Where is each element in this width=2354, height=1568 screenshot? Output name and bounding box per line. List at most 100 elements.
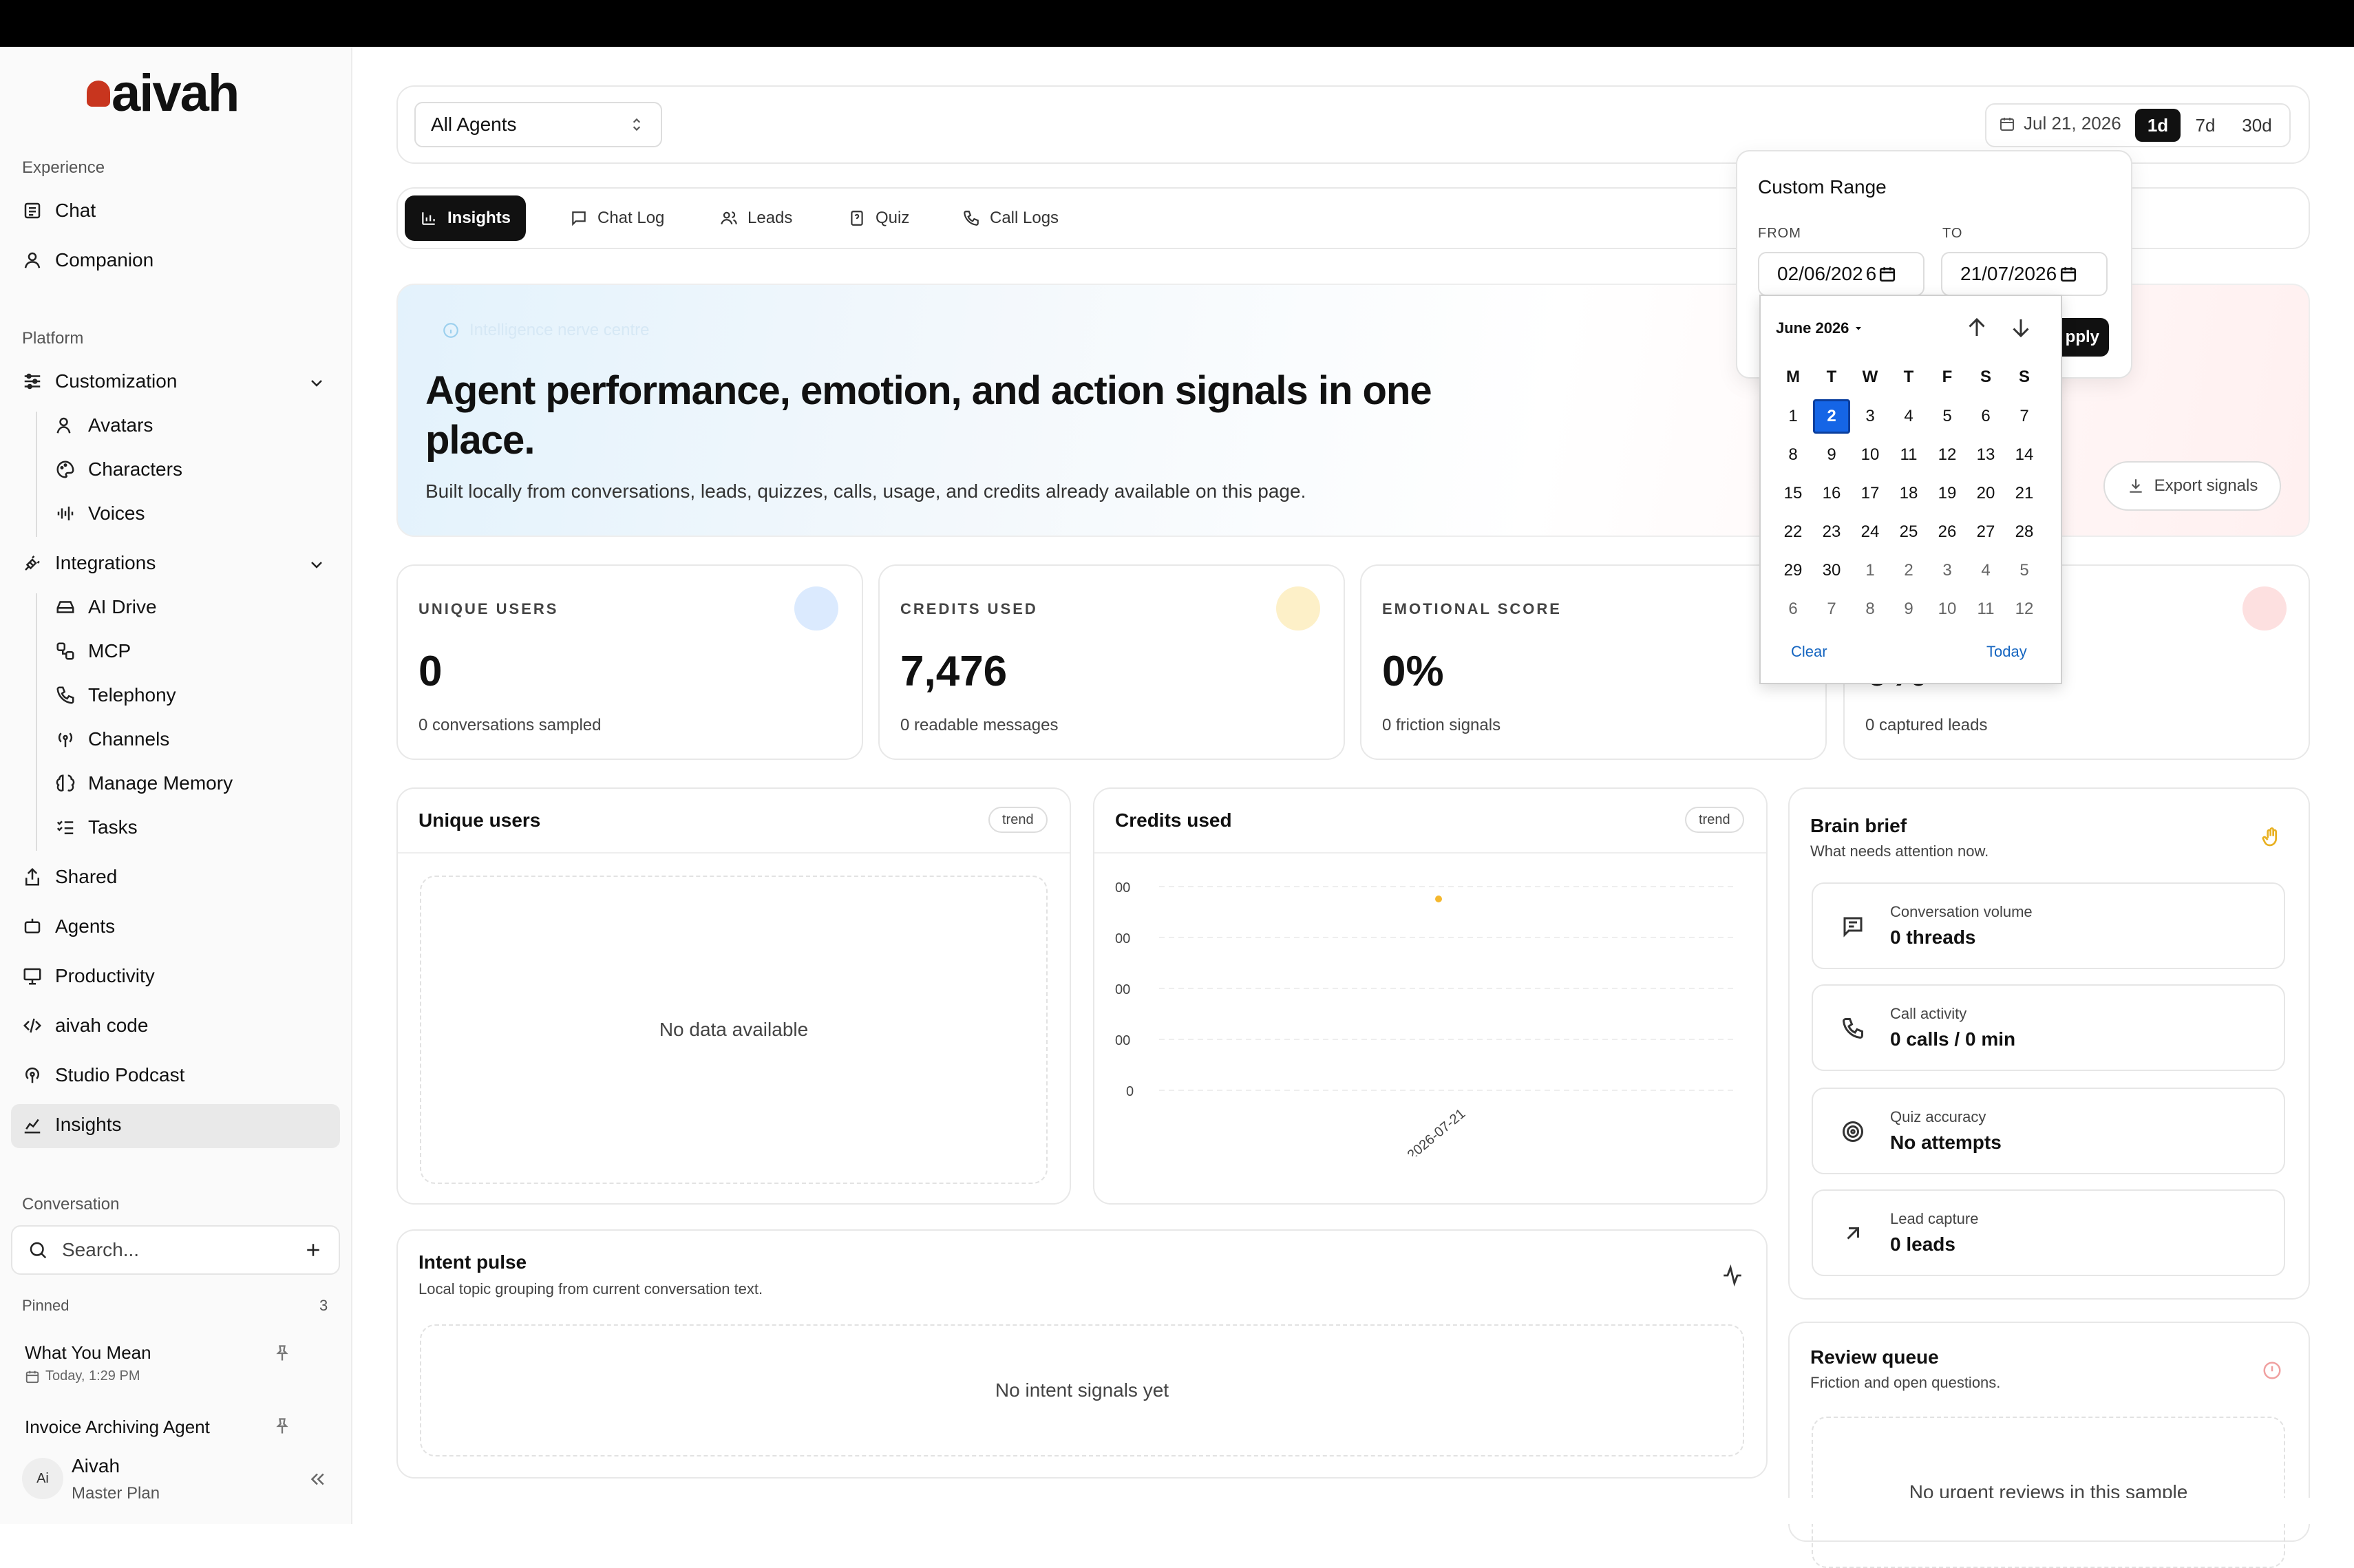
calendar-day[interactable]: 8	[1774, 438, 1812, 472]
calendar-day[interactable]: 7	[2006, 399, 2043, 434]
nav-agents[interactable]: Agents	[22, 915, 115, 937]
calendar-day[interactable]: 22	[1774, 515, 1812, 549]
pin-icon[interactable]	[273, 1344, 292, 1363]
tab-quiz[interactable]: Quiz	[833, 195, 924, 241]
calendar-day[interactable]: 1	[1774, 399, 1812, 434]
tab-leads-label: Leads	[747, 209, 793, 227]
calendar-day[interactable]: 2	[1813, 399, 1850, 434]
calendar-day[interactable]: 8	[1852, 592, 1889, 626]
calendar-day[interactable]: 23	[1813, 515, 1850, 549]
calendar-day[interactable]: 12	[2006, 592, 2043, 626]
users-icon	[56, 417, 71, 434]
nav-chat[interactable]: Chat	[22, 200, 96, 222]
arrow-down-icon[interactable]	[2008, 315, 2033, 340]
range-30d-button[interactable]: 30d	[2234, 109, 2280, 142]
calendar-day[interactable]: 5	[2006, 553, 2043, 588]
calendar-day[interactable]: 5	[1929, 399, 1966, 434]
plus-icon[interactable]	[303, 1240, 324, 1260]
calendar-day[interactable]: 6	[1967, 399, 2004, 434]
calendar-day[interactable]: 10	[1929, 592, 1966, 626]
calendar-day[interactable]: 11	[1890, 438, 1927, 472]
calendar-day[interactable]: 3	[1929, 553, 1966, 588]
nav-characters[interactable]: Characters	[55, 458, 182, 480]
nav-voices[interactable]: Voices	[55, 502, 145, 525]
nav-insights[interactable]: Insights	[22, 1114, 122, 1136]
nav-channels[interactable]: Channels	[55, 728, 169, 750]
calendar-day[interactable]: 4	[1967, 553, 2004, 588]
calendar-day[interactable]: 24	[1852, 515, 1889, 549]
calendar-day[interactable]: 3	[1852, 399, 1889, 434]
nav-avatars[interactable]: Avatars	[55, 414, 153, 436]
calendar-day[interactable]: 29	[1774, 553, 1812, 588]
to-date-input[interactable]: 21/07/2026	[1941, 252, 2108, 296]
collapse-sidebar-icon[interactable]	[307, 1469, 328, 1490]
calendar-day[interactable]: 10	[1852, 438, 1889, 472]
calendar-day[interactable]: 19	[1929, 476, 1966, 511]
month-select[interactable]: June 2026	[1776, 319, 1864, 337]
calendar-day[interactable]: 17	[1852, 476, 1889, 511]
nav-mcp[interactable]: MCP	[55, 640, 131, 662]
calendar-today-button[interactable]: Today	[1986, 643, 2027, 661]
calendar-day[interactable]: 9	[1890, 592, 1927, 626]
calendar-day[interactable]: 21	[2006, 476, 2043, 511]
nav-integrations[interactable]: Integrations	[22, 552, 156, 574]
chevron-down-icon[interactable]	[308, 374, 325, 391]
search-input[interactable]	[62, 1239, 268, 1261]
nav-agents-label: Agents	[55, 915, 116, 937]
nav-productivity[interactable]: Productivity	[22, 965, 155, 987]
chevron-down-icon[interactable]	[308, 556, 325, 573]
pinned-item-title[interactable]: What You Mean	[25, 1342, 151, 1364]
calendar-day[interactable]: 2	[1890, 553, 1927, 588]
nav-tasks[interactable]: Tasks	[55, 816, 138, 838]
nav-manage-memory[interactable]: Manage Memory	[55, 772, 233, 794]
calendar-clear-button[interactable]: Clear	[1791, 643, 1827, 661]
tab-leads[interactable]: Leads	[705, 195, 807, 241]
calendar-day[interactable]: 11	[1967, 592, 2004, 626]
calendar-day[interactable]: 16	[1813, 476, 1850, 511]
pin-icon[interactable]	[273, 1417, 292, 1436]
from-date-input[interactable]: 02/06/202 6	[1758, 252, 1924, 296]
pinned-item-title[interactable]: Invoice Archiving Agent	[25, 1417, 210, 1438]
nav-aivah-code[interactable]: aivah code	[22, 1015, 148, 1037]
export-signals-button[interactable]: Export signals	[2103, 461, 2281, 511]
tab-chat-log-label: Chat Log	[597, 209, 665, 227]
brief-item-conversation-volume: Conversation volume 0 threads	[1812, 882, 2285, 969]
calendar-day[interactable]: 18	[1890, 476, 1927, 511]
calendar-day[interactable]: 1	[1852, 553, 1889, 588]
calendar-day[interactable]: 7	[1813, 592, 1850, 626]
agent-select[interactable]: All Agents	[414, 102, 662, 147]
calendar-day[interactable]: 4	[1890, 399, 1927, 434]
calendar-day[interactable]: 6	[1774, 592, 1812, 626]
calendar-day[interactable]: 26	[1929, 515, 1966, 549]
calendar-day[interactable]: 9	[1813, 438, 1850, 472]
nav-telephony[interactable]: Telephony	[55, 684, 176, 706]
tab-call-logs[interactable]: Call Logs	[947, 195, 1074, 241]
calendar-day[interactable]: 15	[1774, 476, 1812, 511]
nav-customization[interactable]: Customization	[22, 370, 177, 392]
brand-logo[interactable]: aivah	[87, 63, 240, 123]
tab-insights[interactable]: Insights	[405, 195, 527, 241]
calendar-day[interactable]: 27	[1967, 515, 2004, 549]
nav-insights-label: Insights	[55, 1114, 122, 1135]
range-7d-button[interactable]: 7d	[2185, 109, 2226, 142]
calendar-day[interactable]: 13	[1967, 438, 2004, 472]
arrow-up-icon[interactable]	[1964, 315, 1989, 340]
tab-chat-log[interactable]: Chat Log	[555, 195, 679, 241]
calendar-day[interactable]: 12	[1929, 438, 1966, 472]
data-point[interactable]	[1435, 896, 1442, 902]
avatar[interactable]: Ai	[22, 1458, 63, 1499]
range-1d-button[interactable]: 1d	[2135, 109, 2181, 142]
calendar-day[interactable]: 25	[1890, 515, 1927, 549]
metric-card-credits-used: CREDITS USED 7,476 0 readable messages	[878, 564, 1345, 760]
date-picker-button[interactable]: Jul 21, 2026	[1999, 113, 2121, 134]
calendar-day[interactable]: 14	[2006, 438, 2043, 472]
nav-shared[interactable]: Shared	[22, 866, 117, 888]
calendar-day[interactable]: 28	[2006, 515, 2043, 549]
brief-value: 0 threads	[1890, 926, 1976, 948]
calendar-day[interactable]: 30	[1813, 553, 1850, 588]
calendar-day[interactable]: 20	[1967, 476, 2004, 511]
nav-ai-drive[interactable]: AI Drive	[55, 596, 157, 618]
tab-quiz-label: Quiz	[876, 209, 910, 227]
nav-studio-podcast[interactable]: Studio Podcast	[22, 1064, 184, 1086]
nav-companion[interactable]: Companion	[22, 249, 153, 271]
